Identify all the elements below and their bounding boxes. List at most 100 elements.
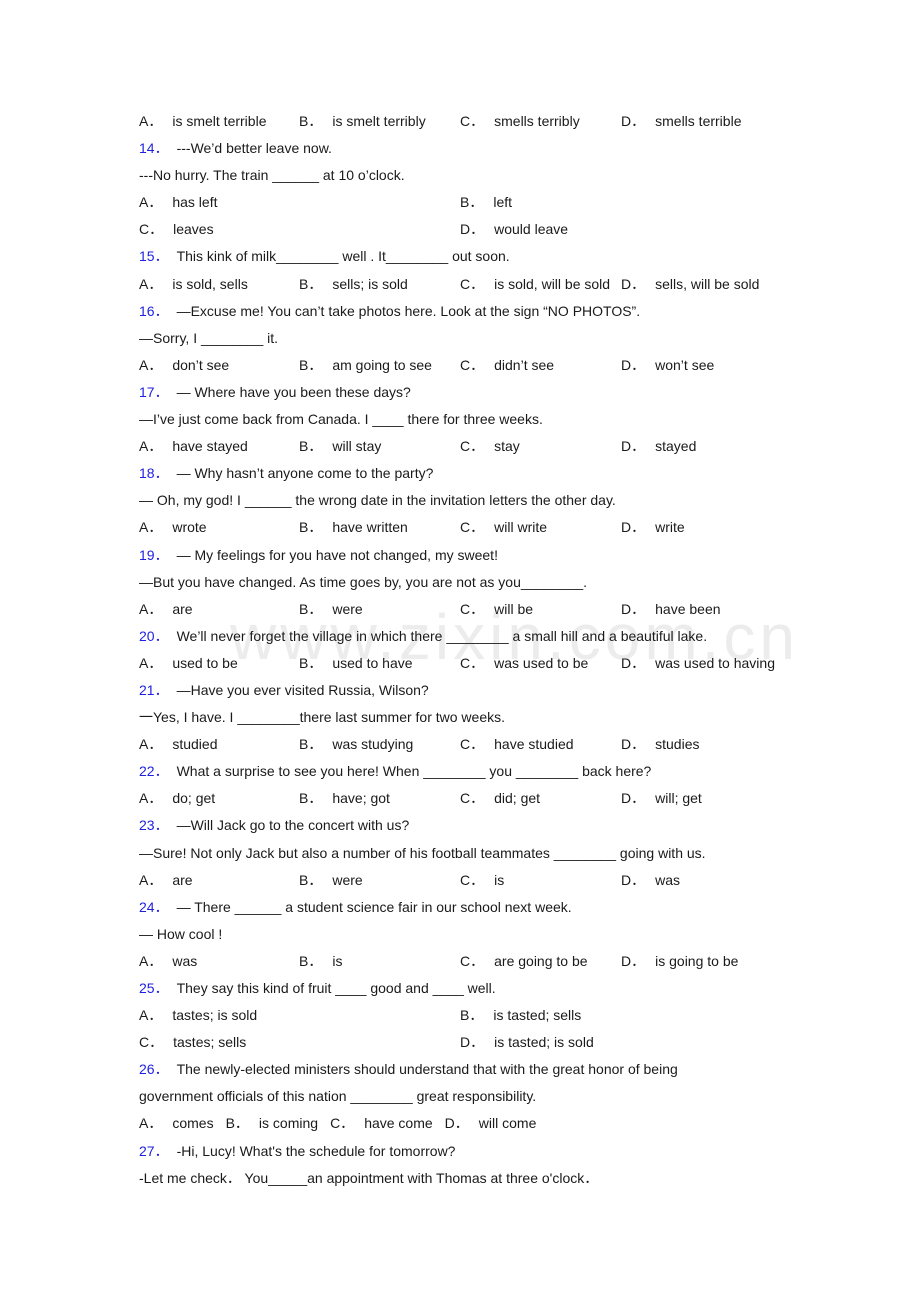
option-d[interactable]: D． is going to be — [621, 948, 738, 975]
option-c[interactable]: C． will be — [460, 596, 533, 623]
option-d[interactable]: D． won’t see — [621, 352, 714, 379]
option-text: will come — [478, 1115, 537, 1132]
option-c[interactable]: C． didn’t see — [460, 352, 554, 379]
question-number: 17． — [139, 383, 169, 400]
question-text: ---No hurry. The train ______ at 10 o’cl… — [139, 167, 405, 184]
options-row: A． wrote B． have written C． will write D． write — [139, 514, 799, 541]
question-stem: 15． This kink of milk________ well . It__… — [139, 243, 799, 270]
option-d[interactable]: D． was — [621, 867, 680, 894]
option-text: were — [332, 871, 363, 888]
option-text: is coming — [258, 1115, 319, 1132]
option-a[interactable]: A． do; get — [139, 785, 215, 812]
option-a[interactable]: A． comes — [139, 1115, 214, 1131]
option-label: B． — [299, 356, 323, 373]
option-label: C． — [460, 275, 485, 292]
option-d[interactable]: D． studies — [621, 731, 699, 758]
question-number: 22． — [139, 763, 169, 780]
q13-options: A． is smelt terrible B． is smelt terribly … — [139, 108, 799, 135]
option-b[interactable]: B． will stay — [299, 433, 381, 460]
option-c[interactable]: C． smells terribly — [460, 108, 580, 135]
question-text: —Sure! Not only Jack but also a number o… — [139, 844, 706, 861]
option-b[interactable]: B． is — [299, 948, 342, 975]
option-a[interactable]: A． are — [139, 596, 193, 623]
option-b[interactable]: B． was studying — [299, 731, 413, 758]
option-d[interactable]: D． will; get — [621, 785, 702, 812]
option-a[interactable]: A． was — [139, 948, 197, 975]
option-text: didn’t see — [494, 356, 555, 373]
option-c[interactable]: C． leaves — [139, 216, 214, 243]
option-a[interactable]: A． is smelt terrible — [139, 108, 266, 135]
question-stem: 19． — My feelings for you have not change… — [139, 542, 799, 569]
option-text: will; get — [655, 790, 702, 807]
option-text: write — [655, 519, 685, 536]
option-c[interactable]: C． have come — [330, 1115, 433, 1131]
option-text: are — [172, 871, 193, 888]
option-text: is — [494, 871, 505, 888]
question-text: —Will Jack go to the concert with us? — [176, 817, 410, 834]
option-d[interactable]: D． sells, will be sold — [621, 271, 759, 298]
option-c[interactable]: C． will write — [460, 514, 547, 541]
question-text: -Let me check． You_____an appointment wi… — [139, 1169, 599, 1186]
option-a[interactable]: A． don’t see — [139, 352, 229, 379]
question-stem: 21． —Have you ever visited Russia, Wilson… — [139, 677, 799, 704]
option-b[interactable]: B． used to have — [299, 650, 413, 677]
option-b[interactable]: B． were — [299, 596, 363, 623]
option-label: C． — [460, 952, 485, 969]
option-a[interactable]: A． wrote — [139, 514, 207, 541]
question-text: —But you have changed. As time goes by, … — [139, 573, 588, 590]
option-label: A． — [139, 438, 163, 455]
option-b[interactable]: B． is smelt terribly — [299, 108, 426, 135]
option-b[interactable]: B． am going to see — [299, 352, 432, 379]
option-text: have written — [332, 519, 408, 536]
option-label: C． — [460, 438, 485, 455]
option-a[interactable]: A． used to be — [139, 650, 238, 677]
option-text: is going to be — [655, 952, 739, 969]
option-a[interactable]: A． is sold, sells — [139, 271, 248, 298]
option-label: D． — [460, 1034, 485, 1051]
option-d[interactable]: D． will come — [445, 1115, 537, 1131]
option-text: comes — [172, 1115, 214, 1132]
option-b[interactable]: B． sells; is sold — [299, 271, 408, 298]
option-d[interactable]: D． smells terrible — [621, 108, 741, 135]
option-text: will write — [494, 519, 548, 536]
option-c[interactable]: C． is — [460, 867, 504, 894]
question-stem: 16． —Excuse me! You can’t take photos her… — [139, 298, 799, 325]
question-number: 18． — [139, 465, 169, 482]
option-a[interactable]: A． are — [139, 867, 193, 894]
option-a[interactable]: A． has left — [139, 189, 217, 216]
question-number: 26． — [139, 1061, 169, 1078]
option-label: B． — [299, 871, 323, 888]
option-d[interactable]: D． was used to having — [621, 650, 775, 677]
option-text: don’t see — [172, 356, 230, 373]
question-stem: 26． The newly-elected ministers should un… — [139, 1056, 799, 1083]
exam-page: A． is smelt terrible B． is smelt terribly … — [139, 108, 799, 1192]
question-text: — How cool ! — [139, 925, 223, 942]
question-line: —I’ve just come back from Canada. I ____… — [139, 406, 799, 433]
option-c[interactable]: C． was used to be — [460, 650, 588, 677]
option-c[interactable]: C． did; get — [460, 785, 540, 812]
option-c[interactable]: C． stay — [460, 433, 520, 460]
option-c[interactable]: C． are going to be — [460, 948, 588, 975]
option-label: A． — [139, 952, 163, 969]
option-c[interactable]: C． is sold, will be sold — [460, 271, 610, 298]
question-number: 23． — [139, 817, 169, 834]
option-a[interactable]: A． tastes; is sold — [139, 1002, 257, 1029]
option-c[interactable]: C． tastes; sells — [139, 1029, 246, 1056]
option-b[interactable]: B． have written — [299, 514, 408, 541]
option-a[interactable]: A． have stayed — [139, 433, 248, 460]
option-d[interactable]: D． have been — [621, 596, 721, 623]
option-b[interactable]: B． left — [460, 189, 512, 216]
options-row: A． are B． were C． is D． was — [139, 867, 799, 894]
option-d[interactable]: D． write — [621, 514, 685, 541]
option-a[interactable]: A． studied — [139, 731, 218, 758]
option-b[interactable]: B． have; got — [299, 785, 390, 812]
option-b[interactable]: B． is coming — [226, 1115, 318, 1131]
option-d[interactable]: D． is tasted; is sold — [460, 1029, 594, 1056]
option-b[interactable]: B． is tasted; sells — [460, 1002, 581, 1029]
question-text: The newly-elected ministers should under… — [176, 1061, 678, 1078]
option-b[interactable]: B． were — [299, 867, 363, 894]
option-d[interactable]: D． would leave — [460, 216, 568, 243]
option-c[interactable]: C． have studied — [460, 731, 574, 758]
question-line: ---No hurry. The train ______ at 10 o’cl… — [139, 162, 799, 189]
option-d[interactable]: D． stayed — [621, 433, 696, 460]
